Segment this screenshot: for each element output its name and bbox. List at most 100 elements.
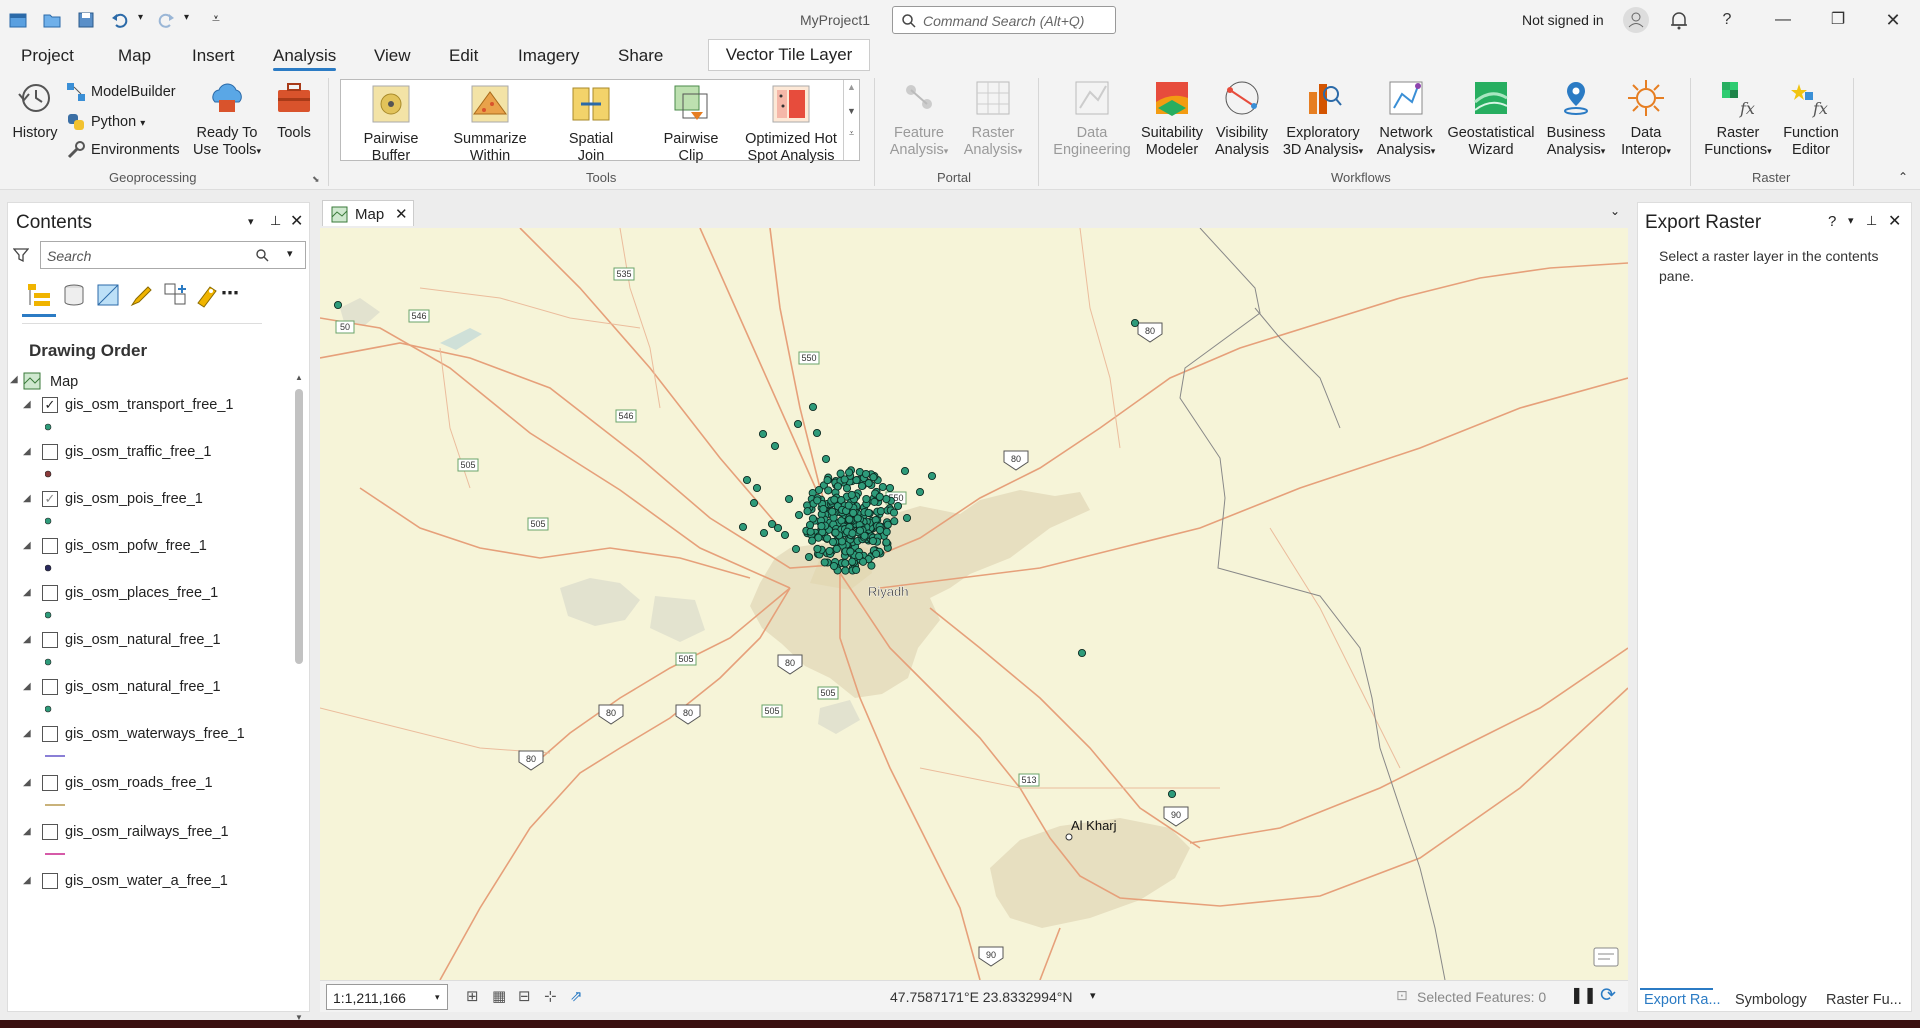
poi-point[interactable] [889, 508, 899, 517]
list-by-snapping-icon[interactable] [162, 281, 190, 309]
poi-point[interactable] [842, 484, 852, 493]
minimize-button[interactable]: — [1768, 8, 1798, 32]
poi-point[interactable] [890, 517, 899, 526]
list-by-drawing-order-icon[interactable] [26, 281, 54, 309]
summarize-within-button[interactable]: Summarize Within [448, 84, 532, 165]
poi-point[interactable] [829, 561, 839, 571]
sign-in-status[interactable]: Not signed in [1522, 12, 1604, 28]
poi-point[interactable] [833, 482, 842, 491]
tab-view[interactable]: View [374, 46, 411, 66]
undo-icon[interactable] [110, 10, 130, 30]
expand-layer-icon[interactable]: ◢ [23, 493, 31, 504]
suitability-modeler-button[interactable]: Suitability Modeler [1132, 78, 1212, 159]
poi-point[interactable] [780, 530, 790, 540]
point-symbol-icon[interactable] [45, 704, 65, 714]
tab-edit[interactable]: Edit [449, 46, 478, 66]
layer-visibility-checkbox[interactable] [42, 824, 58, 840]
poi-point[interactable] [738, 522, 748, 532]
layer-visibility-checkbox[interactable] [42, 632, 58, 648]
poi-point[interactable] [758, 429, 768, 439]
poi-point[interactable] [857, 481, 867, 491]
close-window-button[interactable]: ✕ [1878, 8, 1908, 32]
poi-point[interactable] [875, 492, 884, 501]
save-project-icon[interactable] [76, 10, 96, 30]
pause-drawing-icon[interactable]: ❚❚ [1570, 985, 1597, 1005]
list-by-labeling-icon[interactable] [192, 281, 220, 309]
poi-point[interactable] [915, 487, 925, 497]
poi-point[interactable] [749, 498, 759, 508]
map-node[interactable]: ◢ Map [8, 371, 288, 393]
expand-layer-icon[interactable]: ◢ [23, 875, 31, 886]
poi-point[interactable] [864, 508, 873, 517]
poi-point[interactable] [831, 528, 840, 537]
exploratory-3d-analysis-button[interactable]: Exploratory 3D Analysis▾ [1278, 78, 1368, 160]
data-engineering-button[interactable]: Data Engineering [1052, 78, 1132, 159]
tab-share[interactable]: Share [618, 46, 663, 66]
expand-layer-icon[interactable]: ◢ [23, 634, 31, 645]
tab-insert[interactable]: Insert [192, 46, 235, 66]
business-analysis-button[interactable]: Business Analysis▾ [1538, 78, 1614, 160]
close-pane-icon[interactable]: ✕ [290, 211, 303, 231]
poi-point[interactable] [828, 537, 838, 547]
data-interop-button[interactable]: Data Interop▾ [1612, 78, 1680, 160]
expand-layer-icon[interactable]: ◢ [23, 728, 31, 739]
poi-point[interactable] [808, 402, 818, 412]
user-avatar-icon[interactable] [1622, 6, 1650, 34]
layer-visibility-checkbox[interactable] [42, 726, 58, 742]
help-icon[interactable]: ? [1712, 8, 1742, 32]
layer-visibility-checkbox[interactable] [42, 538, 58, 554]
point-symbol-icon[interactable] [45, 563, 65, 573]
poi-point[interactable] [830, 495, 839, 504]
point-symbol-icon[interactable] [45, 422, 65, 432]
optimized-hot-spot-analysis-button[interactable]: Optimized Hot Spot Analysis [738, 84, 844, 165]
spatial-join-button[interactable]: Spatial Join [556, 84, 626, 165]
redo-dropdown-icon[interactable]: ▾ [184, 12, 204, 32]
restore-button[interactable]: ❐ [1823, 8, 1853, 32]
layer-name[interactable]: gis_osm_pofw_free_1 [65, 538, 207, 554]
layer-name[interactable]: gis_osm_pois_free_1 [65, 491, 203, 507]
expand-layer-icon[interactable]: ◢ [23, 587, 31, 598]
constraint-icon[interactable]: ⊟ [518, 987, 531, 1005]
line-symbol-icon[interactable] [45, 751, 65, 761]
poi-point[interactable] [849, 508, 858, 517]
layer-name[interactable]: gis_osm_places_free_1 [65, 585, 218, 601]
layer-visibility-checkbox[interactable] [42, 873, 58, 889]
raster-analysis-button[interactable]: Raster Analysis▾ [958, 78, 1028, 160]
layer-name[interactable]: gis_osm_water_a_free_1 [65, 873, 228, 889]
poi-point[interactable] [847, 490, 856, 499]
layer-name[interactable]: gis_osm_natural_free_1 [65, 632, 221, 648]
poi-point[interactable] [333, 300, 343, 310]
poi-point[interactable] [900, 466, 910, 476]
poi-point[interactable] [845, 515, 854, 524]
expand-layer-icon[interactable]: ◢ [23, 399, 31, 410]
poi-point[interactable] [808, 536, 817, 545]
poi-point[interactable] [828, 507, 837, 516]
pin-icon[interactable]: ⊥ [270, 213, 281, 229]
scroll-up-icon[interactable]: ▲ [294, 373, 304, 382]
poi-point[interactable] [882, 538, 891, 547]
layer-name[interactable]: gis_osm_waterways_free_1 [65, 726, 245, 742]
poi-point[interactable] [823, 476, 832, 485]
tab-map-view[interactable]: Map ✕ [322, 200, 414, 226]
poi-point[interactable] [813, 544, 822, 553]
poi-point[interactable] [817, 522, 826, 531]
point-symbol-icon[interactable] [45, 469, 65, 479]
poi-point[interactable] [1077, 648, 1087, 658]
poi-point[interactable] [770, 441, 780, 451]
poi-point[interactable] [767, 519, 777, 529]
poi-point[interactable] [927, 471, 937, 481]
poi-point[interactable] [872, 549, 881, 558]
map-notes-icon[interactable] [1592, 946, 1620, 970]
layer-name[interactable]: gis_osm_natural_free_1 [65, 679, 221, 695]
history-button[interactable]: History [10, 78, 60, 142]
more-options-icon[interactable]: ⋯ [221, 283, 239, 304]
layer-visibility-checkbox[interactable]: ✓ [42, 397, 58, 413]
poi-point[interactable] [803, 507, 812, 516]
poi-point[interactable] [848, 529, 857, 538]
poi-point[interactable] [805, 520, 815, 530]
layer-row[interactable]: ◢ gis_osm_roads_free_1 [8, 773, 288, 829]
poi-point[interactable] [868, 536, 878, 546]
poi-point[interactable] [820, 558, 829, 567]
map-view[interactable]: 535 546 50 550 546 505 505 550 80 80 505… [320, 228, 1628, 980]
poi-point[interactable] [846, 547, 855, 556]
